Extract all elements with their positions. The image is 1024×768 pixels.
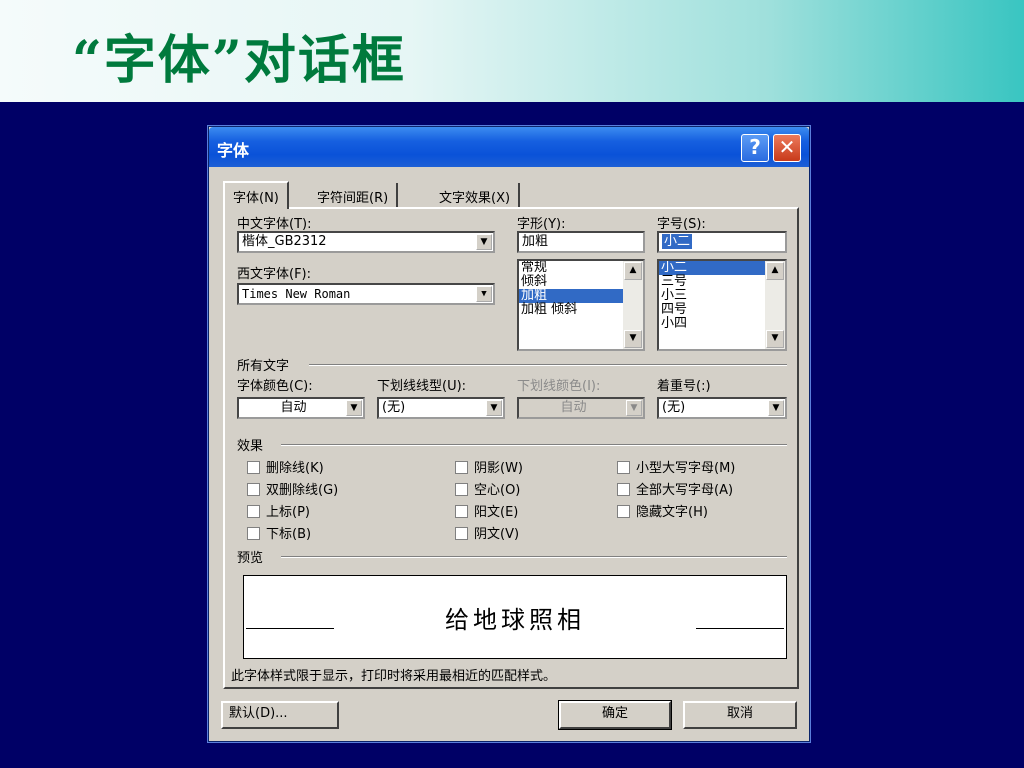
outline-checkbox[interactable]: 空心(O) (455, 479, 520, 498)
strikethrough-checkbox[interactable]: 删除线(K) (247, 457, 324, 476)
font-color-label: 字体颜色(C): (237, 379, 313, 394)
subscript-checkbox[interactable]: 下标(B) (247, 523, 311, 542)
checkbox-label: 上标(P) (266, 505, 310, 520)
checkbox-label: 阴影(W) (474, 461, 523, 476)
underline-color-label: 下划线颜色(I): (517, 379, 601, 394)
checkbox-box[interactable] (617, 483, 630, 496)
dialog-titlebar[interactable]: 字体 ? ✕ (209, 127, 809, 167)
checkbox-box[interactable] (247, 505, 260, 518)
western-font-label: 西文字体(F): (237, 267, 312, 282)
checkbox-box[interactable] (455, 527, 468, 540)
font-style-value: 加粗 (522, 234, 549, 249)
checkbox-box[interactable] (247, 483, 260, 496)
checkbox-box[interactable] (455, 461, 468, 474)
checkbox-label: 隐藏文字(H) (636, 505, 708, 520)
underline-style-value: (无) (382, 400, 406, 415)
emphasis-mark-value: (无) (662, 400, 686, 415)
help-button[interactable]: ? (741, 134, 769, 162)
checkbox-label: 阴文(V) (474, 527, 520, 542)
engrave-checkbox[interactable]: 阴文(V) (455, 523, 519, 542)
font-size-label: 字号(S): (657, 217, 706, 232)
checkbox-box[interactable] (247, 461, 260, 474)
preview-note: 此字体样式限于显示，打印时将采用最相近的匹配样式。 (231, 669, 557, 684)
tab-text-effects[interactable]: 文字效果(X) (431, 183, 521, 209)
tab-font[interactable]: 字体(N) (223, 181, 289, 209)
slide-title: “字体”对话框 (72, 30, 406, 91)
checkbox-label: 全部大写字母(A) (636, 483, 734, 498)
chinese-font-value: 楷体_GB2312 (242, 234, 327, 249)
checkbox-label: 小型大写字母(M) (636, 461, 736, 476)
western-font-value: Times New Roman (242, 287, 351, 301)
tab-character-spacing[interactable]: 字符间距(R) (309, 183, 399, 209)
chevron-down-icon[interactable]: ▼ (346, 400, 362, 416)
scroll-down-icon[interactable]: ▼ (624, 330, 642, 348)
slide-header: “字体”对话框 (0, 0, 1024, 102)
chevron-down-icon: ▼ (626, 400, 642, 416)
effects-divider (281, 444, 787, 446)
all-text-divider (309, 364, 787, 366)
shadow-checkbox[interactable]: 阴影(W) (455, 457, 523, 476)
checkbox-box[interactable] (617, 505, 630, 518)
font-color-value: 自动 (280, 400, 307, 415)
font-style-label: 字形(Y): (517, 217, 566, 232)
ok-button[interactable]: 确定 (558, 700, 672, 730)
all-caps-checkbox[interactable]: 全部大写字母(A) (617, 479, 733, 498)
chevron-down-icon[interactable]: ▼ (476, 286, 492, 302)
font-dialog: 字体 ? ✕ 字体(N) 字符间距(R) 文字效果(X) 中文字体(T): 楷体… (208, 126, 810, 742)
superscript-checkbox[interactable]: 上标(P) (247, 501, 310, 520)
checkbox-box[interactable] (455, 483, 468, 496)
font-color-select[interactable]: 自动 ▼ (237, 397, 365, 419)
font-size-input[interactable]: 小二 (657, 231, 787, 253)
checkbox-label: 删除线(K) (266, 461, 324, 476)
emboss-checkbox[interactable]: 阳文(E) (455, 501, 518, 520)
size-scrollbar[interactable]: ▲ ▼ (765, 261, 785, 349)
checkbox-label: 下标(B) (266, 527, 312, 542)
hidden-text-checkbox[interactable]: 隐藏文字(H) (617, 501, 708, 520)
checkbox-label: 空心(O) (474, 483, 521, 498)
double-strikethrough-checkbox[interactable]: 双删除线(G) (247, 479, 338, 498)
chinese-font-select[interactable]: 楷体_GB2312 ▼ (237, 231, 495, 253)
chevron-down-icon[interactable]: ▼ (476, 234, 492, 250)
close-button[interactable]: ✕ (773, 134, 801, 162)
chinese-font-label: 中文字体(T): (237, 217, 312, 232)
underline-color-select: 自动 ▼ (517, 397, 645, 419)
chevron-down-icon[interactable]: ▼ (486, 400, 502, 416)
effects-group-label: 效果 (237, 439, 264, 454)
checkbox-box[interactable] (455, 505, 468, 518)
underline-color-value: 自动 (560, 400, 587, 415)
preview-sample-text: 给地球照相 (445, 606, 585, 634)
checkbox-label: 阳文(E) (474, 505, 519, 520)
checkbox-box[interactable] (247, 527, 260, 540)
preview-line-right (696, 628, 784, 629)
preview-group-label: 预览 (237, 551, 264, 566)
scroll-up-icon[interactable]: ▲ (624, 262, 642, 280)
dialog-body: 字体(N) 字符间距(R) 文字效果(X) 中文字体(T): 楷体_GB2312… (209, 167, 809, 741)
checkbox-box[interactable] (617, 461, 630, 474)
dialog-title: 字体 (217, 141, 250, 160)
font-tab-panel: 中文字体(T): 楷体_GB2312 ▼ 西文字体(F): Times New … (223, 207, 799, 689)
emphasis-mark-label: 着重号(:) (657, 379, 711, 394)
font-style-list[interactable]: 常规 倾斜 加粗 加粗 倾斜 ▲ ▼ (517, 259, 645, 351)
font-size-value: 小二 (662, 234, 693, 249)
underline-style-select[interactable]: (无) ▼ (377, 397, 505, 419)
preview-box: 给地球照相 (243, 575, 787, 659)
western-font-select[interactable]: Times New Roman ▼ (237, 283, 495, 305)
font-style-input[interactable]: 加粗 (517, 231, 645, 253)
scroll-up-icon[interactable]: ▲ (766, 262, 784, 280)
all-text-group-label: 所有文字 (237, 359, 290, 374)
preview-divider (281, 556, 787, 558)
scroll-down-icon[interactable]: ▼ (766, 330, 784, 348)
font-size-list[interactable]: 小二 三号 小三 四号 小四 ▲ ▼ (657, 259, 787, 351)
style-scrollbar[interactable]: ▲ ▼ (623, 261, 643, 349)
cancel-button[interactable]: 取消 (683, 701, 797, 729)
checkbox-label: 双删除线(G) (266, 483, 339, 498)
small-caps-checkbox[interactable]: 小型大写字母(M) (617, 457, 735, 476)
emphasis-mark-select[interactable]: (无) ▼ (657, 397, 787, 419)
default-button[interactable]: 默认(D)... (221, 701, 339, 729)
chevron-down-icon[interactable]: ▼ (768, 400, 784, 416)
underline-style-label: 下划线线型(U): (377, 379, 467, 394)
